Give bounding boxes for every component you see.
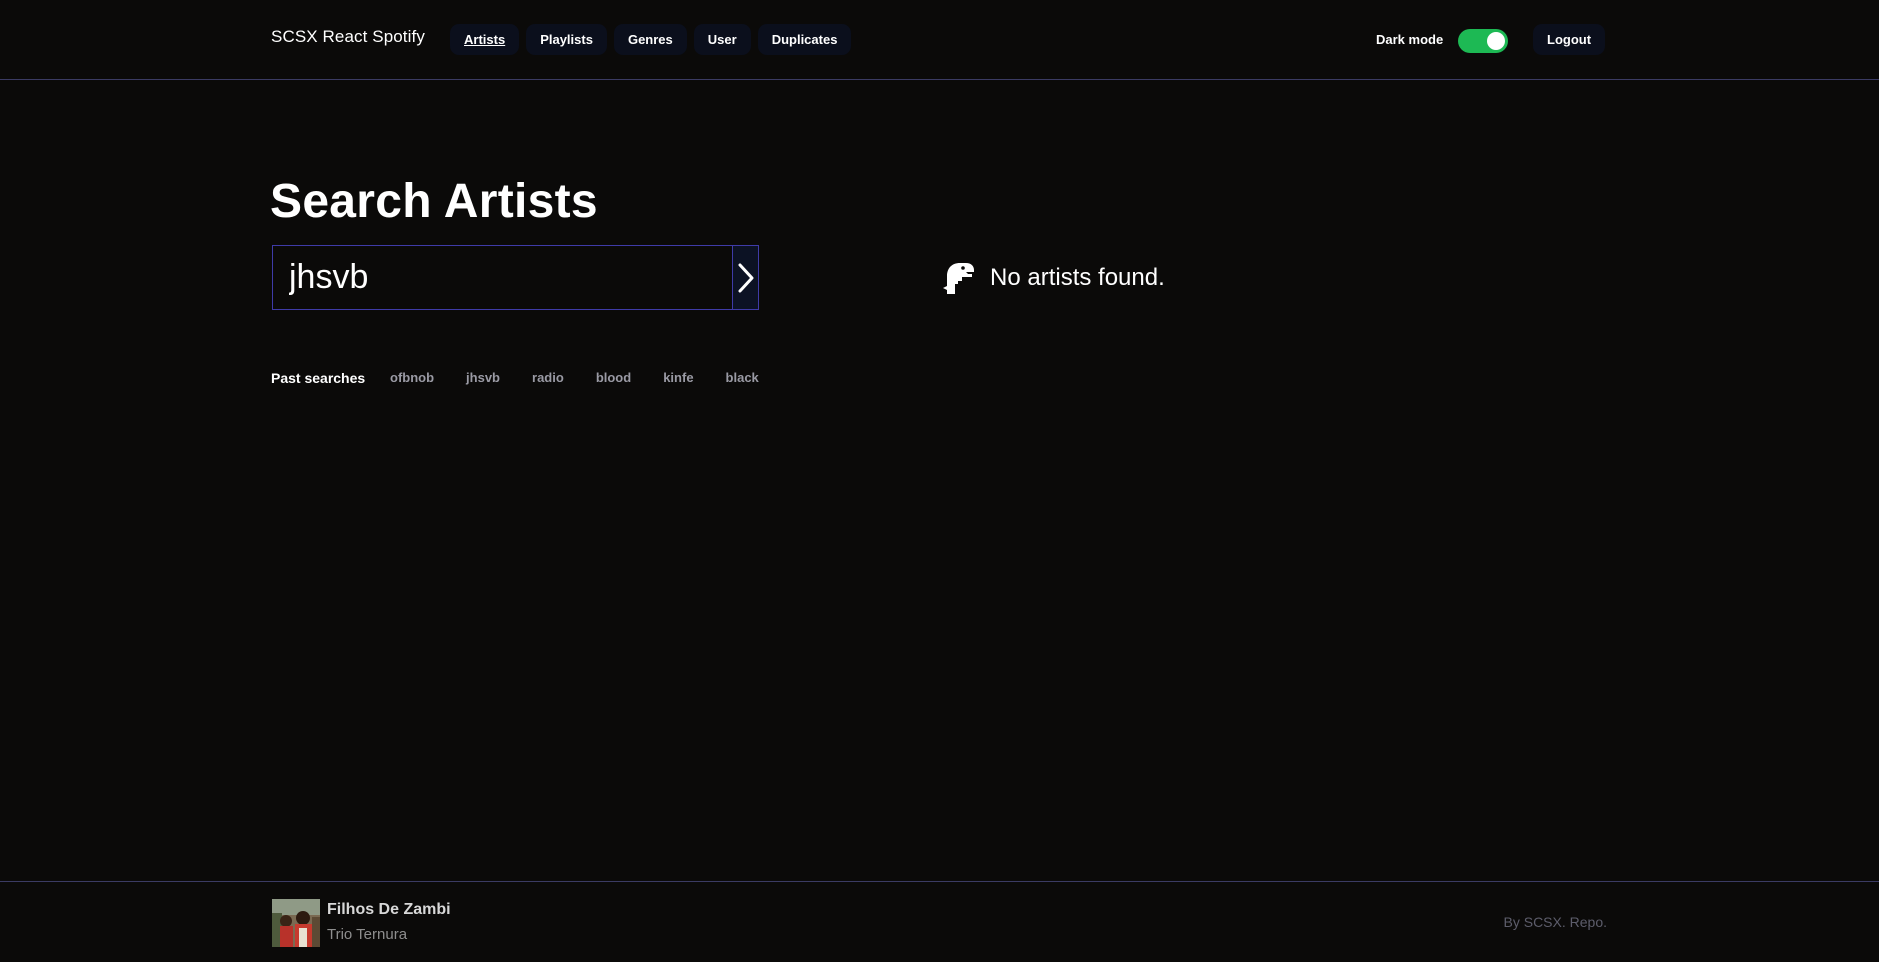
album-cover-graphic bbox=[272, 899, 320, 947]
footer-player: Filhos De Zambi Trio Ternura By SCSX. Re… bbox=[0, 881, 1879, 962]
search-form bbox=[272, 245, 759, 310]
page-title: Search Artists bbox=[270, 175, 598, 228]
top-bar: SCSX React Spotify Artists Playlists Gen… bbox=[0, 0, 1879, 80]
track-artist[interactable]: Trio Ternura bbox=[327, 926, 407, 943]
dark-mode-toggle[interactable] bbox=[1458, 29, 1508, 53]
album-art-image[interactable] bbox=[272, 899, 320, 947]
past-search-item[interactable]: black bbox=[710, 364, 775, 391]
dinosaur-icon bbox=[943, 263, 974, 294]
past-search-item[interactable]: blood bbox=[580, 364, 647, 391]
chevron-right-icon bbox=[738, 263, 753, 292]
nav-user-label: User bbox=[707, 32, 737, 47]
toggle-knob bbox=[1487, 32, 1505, 50]
past-searches-list: ofbnob jhsvb radio blood kinfe black bbox=[374, 364, 775, 391]
track-title[interactable]: Filhos De Zambi bbox=[327, 901, 451, 919]
past-search-item[interactable]: kinfe bbox=[647, 364, 709, 391]
nav-duplicates-label: Duplicates bbox=[771, 32, 838, 47]
nav-duplicates[interactable]: Duplicates bbox=[757, 24, 852, 55]
nav-user[interactable]: User bbox=[693, 24, 751, 55]
nav-artists-label: Artists bbox=[464, 32, 506, 47]
credit-author-link[interactable]: By SCSX. bbox=[1504, 914, 1566, 930]
dark-mode-label: Dark mode bbox=[1376, 32, 1444, 47]
past-search-item[interactable]: jhsvb bbox=[450, 364, 516, 391]
brand-title[interactable]: SCSX React Spotify bbox=[271, 27, 425, 47]
past-search-item[interactable]: ofbnob bbox=[374, 364, 450, 391]
nav-playlists[interactable]: Playlists bbox=[526, 24, 607, 55]
repo-link[interactable]: Repo. bbox=[1570, 914, 1607, 930]
search-submit-button[interactable] bbox=[732, 246, 758, 309]
past-search-item[interactable]: radio bbox=[516, 364, 580, 391]
nav-genres[interactable]: Genres bbox=[613, 24, 687, 55]
app-root: SCSX React Spotify Artists Playlists Gen… bbox=[0, 0, 1879, 962]
main-nav: Artists Playlists Genres User Duplicates bbox=[450, 24, 852, 55]
past-searches-label: Past searches bbox=[271, 370, 366, 386]
footer-credit: By SCSX. Repo. bbox=[1504, 914, 1608, 930]
nav-artists[interactable]: Artists bbox=[450, 24, 520, 55]
nav-playlists-label: Playlists bbox=[540, 32, 593, 47]
search-input[interactable] bbox=[273, 246, 732, 309]
nav-genres-label: Genres bbox=[627, 32, 673, 47]
empty-state: No artists found. bbox=[939, 260, 1165, 296]
logout-button[interactable]: Logout bbox=[1533, 24, 1606, 55]
empty-state-message: No artists found. bbox=[990, 264, 1165, 291]
